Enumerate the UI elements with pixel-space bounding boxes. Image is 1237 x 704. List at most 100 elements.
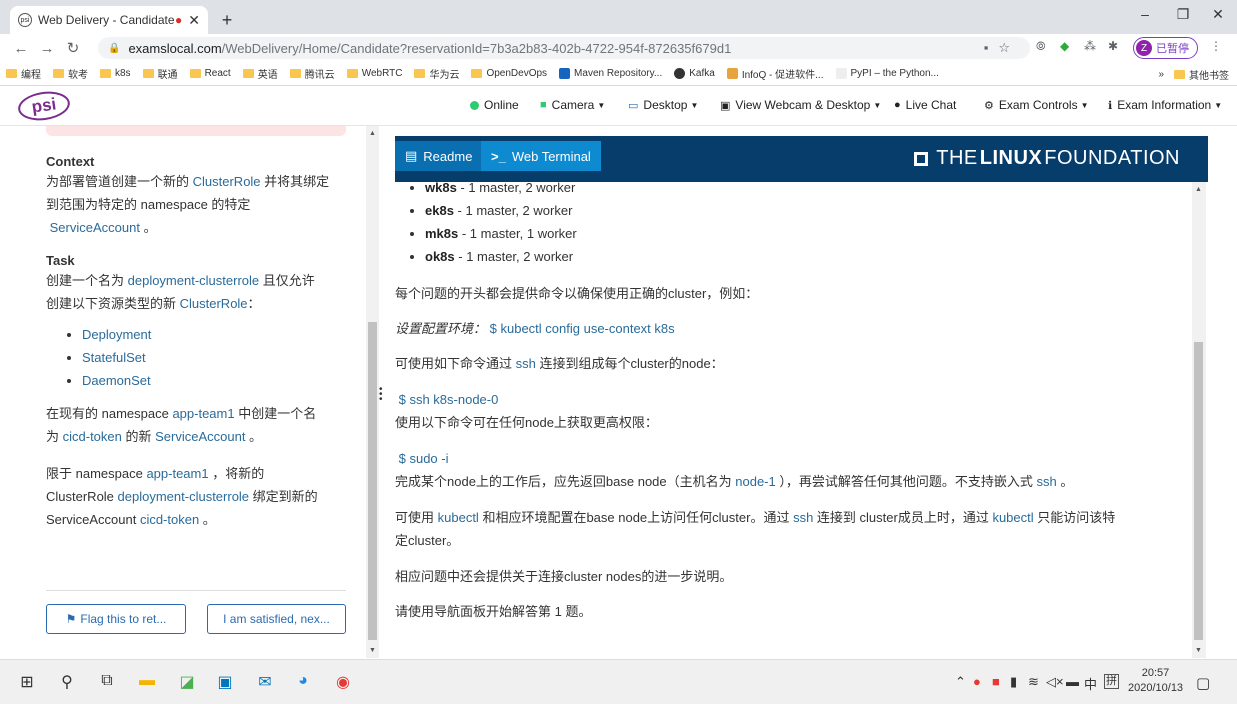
bookmark-folder[interactable]: 腾讯云 [289, 66, 335, 81]
terminal-app-icon[interactable]: ▣ [214, 672, 236, 692]
other-bookmarks[interactable]: 其他书签 [1174, 67, 1229, 82]
cast-icon[interactable]: ▪ [984, 40, 999, 55]
browser-tab[interactable]: psi Web Delivery - Candidate ● ✕ [10, 6, 208, 34]
live-chat-button[interactable]: ● Live Chat [894, 98, 956, 112]
edge-icon[interactable]: ◕ [292, 672, 314, 690]
resource-list: Deployment StatefulSet DaemonSet [46, 323, 346, 392]
windows-start-icon[interactable]: ⊞ [16, 672, 38, 692]
mail-icon[interactable]: ✉ [254, 672, 276, 692]
scrollbar-thumb[interactable] [1194, 342, 1203, 640]
online-dot-icon [470, 100, 479, 110]
star-icon[interactable]: ☆ [998, 40, 1020, 55]
tab-readme[interactable]: ▤ Readme [395, 141, 483, 171]
folder-icon [189, 69, 201, 78]
ime-mode[interactable]: 拼 [1104, 674, 1119, 689]
url-path: /WebDelivery/Home/Candidate?reservationI… [221, 40, 732, 56]
view-webcam-desktop-menu[interactable]: ▣ View Webcam & Desktop ▼ [720, 98, 881, 112]
scroll-down-icon[interactable]: ▼ [369, 647, 376, 654]
tray-expand-icon[interactable]: ⌃ [955, 674, 966, 690]
desktop-menu[interactable]: ▭ Desktop ▼ [628, 98, 698, 112]
profile-button[interactable]: Z 已暂停 [1133, 37, 1198, 59]
wifi-icon[interactable]: ≋ [1028, 674, 1039, 690]
chrome-icon[interactable]: ◉ [332, 672, 354, 692]
list-item: Deployment [82, 323, 346, 346]
bookmark-folder[interactable]: k8s [100, 68, 131, 79]
bookmark-folder[interactable]: 华为云 [414, 66, 459, 81]
readme-panel: ▤ Readme >_ Web Terminal THE LINUX FOUNDATIO… [383, 126, 1208, 658]
folder-icon [6, 69, 17, 78]
left-scrollbar[interactable]: ▲ ▼ [366, 126, 380, 658]
windows-taskbar: ⊞ ⚲ ⧉ ▬ ◪ ▣ ✉ ◕ ◉ ⌃ ● ■ ▮ ≋ ◁× ▬ 中 拼 20:… [0, 659, 1237, 704]
notification-icon[interactable]: ▢ [1196, 674, 1210, 692]
context-line: ServiceAccount 。 [49, 220, 157, 235]
flag-button[interactable]: ⚑ Flag this to ret... [46, 604, 186, 634]
bookmark-link[interactable]: Maven Repository... [559, 68, 662, 79]
tab-close-icon[interactable]: ✕ [188, 12, 200, 29]
right-scrollbar[interactable]: ▲ ▼ [1192, 182, 1206, 658]
bookmark-link[interactable]: InfoQ - 促进软件... [726, 66, 824, 81]
bookmark-link[interactable]: PyPI – the Python... [835, 68, 939, 79]
scrollbar-thumb[interactable] [368, 322, 377, 640]
app-icon[interactable]: ◪ [176, 672, 198, 692]
maven-icon [559, 68, 571, 79]
evernote-icon[interactable]: ◆ [1060, 39, 1069, 53]
bookmark-folder[interactable]: 英语 [242, 66, 278, 81]
bookmark-folder[interactable]: 软考 [53, 66, 88, 81]
system-clock[interactable]: 20:57 2020/10/13 [1128, 666, 1183, 696]
bookmark-folder[interactable]: 联通 [142, 66, 178, 81]
tray-app-icon[interactable]: ● [973, 674, 981, 689]
extension-icon-2[interactable]: ⁂ [1084, 39, 1096, 53]
folder-icon [414, 69, 426, 78]
list-item: wk8s - 1 master, 2 worker [425, 182, 1195, 199]
question-panel: Context 为部署管道创建一个新的 ClusterRole 并将其绑定 到范… [0, 126, 366, 658]
ime-indicator[interactable]: 中 [1084, 674, 1097, 693]
close-window-icon[interactable]: ✕ [1203, 6, 1233, 23]
scroll-up-icon[interactable]: ▲ [369, 130, 376, 137]
readme-content: wk8s - 1 master, 2 worker ek8s - 1 maste… [395, 182, 1195, 658]
exam-controls-menu[interactable]: ⚙ Exam Controls ▼ [984, 98, 1089, 112]
url-input[interactable]: 🔒 examslocal.com /WebDelivery/Home/Candi… [98, 37, 1030, 59]
readme-header: ▤ Readme >_ Web Terminal THE LINUX FOUNDATIO… [395, 136, 1208, 182]
kebab-menu-icon[interactable]: ⋮ [1210, 39, 1222, 53]
volume-icon[interactable]: ◁× [1046, 674, 1064, 690]
tab-web-terminal[interactable]: >_ Web Terminal [481, 141, 601, 171]
exam-information-menu[interactable]: ℹ Exam Information ▼ [1108, 98, 1222, 112]
battery-icon[interactable]: ▬ [1066, 674, 1079, 689]
flag-icon: ⚑ [65, 612, 77, 626]
microphone-icon[interactable]: ▮ [1010, 674, 1017, 690]
caret-down-icon: ▼ [597, 100, 606, 110]
tray-app-icon-2[interactable]: ■ [992, 674, 1000, 689]
puzzle-icon[interactable]: ✱ [1108, 39, 1118, 53]
bookmark-folder[interactable]: OpenDevOps [471, 68, 547, 79]
satisfied-next-button[interactable]: I am satisfied, nex... [207, 604, 346, 634]
scroll-down-icon[interactable]: ▼ [1195, 647, 1202, 654]
extension-icon[interactable]: ⦾ [1036, 39, 1046, 54]
paragraph: 请使用导航面板开始解答第 1 题。 [395, 604, 592, 619]
task-view-icon[interactable]: ⧉ [96, 672, 118, 690]
back-arrow-icon[interactable]: ← [8, 40, 34, 57]
search-icon[interactable]: ⚲ [56, 672, 78, 692]
restore-icon[interactable]: ❐ [1168, 6, 1198, 23]
reload-icon[interactable]: ↻ [60, 39, 86, 57]
bookmark-folder[interactable]: React [189, 68, 231, 79]
folder-icon [100, 69, 111, 78]
pypi-icon [835, 68, 847, 79]
paragraph: 相应问题中还会提供关于连接cluster nodes的进一步说明。 [395, 569, 733, 584]
bookmark-folder[interactable]: 编程 [6, 66, 41, 81]
minimize-icon[interactable]: – [1130, 6, 1160, 22]
infoq-icon [726, 68, 738, 79]
splitter-grip-icon[interactable]: • • • [379, 385, 383, 405]
forward-arrow-icon[interactable]: → [34, 40, 60, 57]
new-tab-button[interactable]: + [216, 9, 238, 31]
scroll-up-icon[interactable]: ▲ [1195, 186, 1202, 193]
bookmark-link[interactable]: Kafka [674, 68, 715, 79]
folder-icon [471, 69, 483, 78]
psi-logo: psi [16, 88, 72, 124]
psi-favicon-icon: psi [18, 13, 32, 27]
context-line: 为部署管道创建一个新的 ClusterRole 并将其绑定 [46, 174, 330, 189]
bookmark-folder[interactable]: WebRTC [346, 68, 402, 79]
bookmarks-more-button[interactable]: » [1158, 69, 1164, 80]
camera-menu[interactable]: ■ Camera ▼ [540, 98, 605, 112]
file-explorer-icon[interactable]: ▬ [136, 672, 158, 690]
linux-foundation-logo: THE LINUX FOUNDATION [914, 147, 1180, 170]
